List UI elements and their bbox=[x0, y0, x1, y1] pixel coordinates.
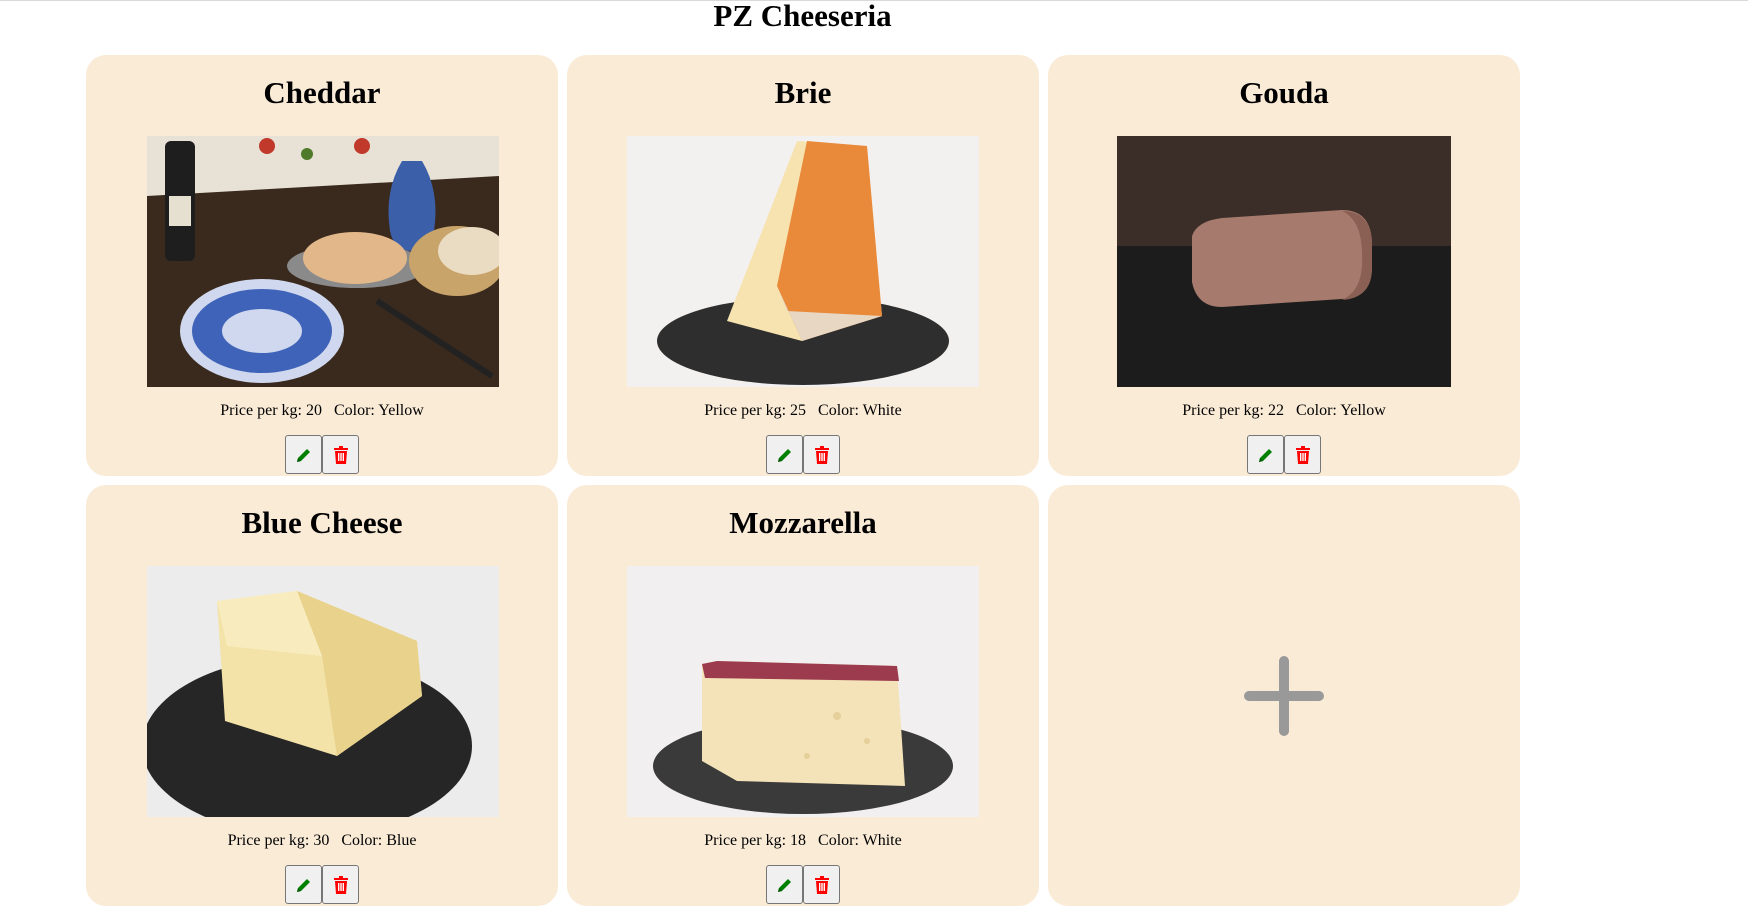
price-value: 25 bbox=[790, 402, 807, 419]
add-cheese-card[interactable] bbox=[1048, 485, 1520, 906]
color-value: Yellow bbox=[378, 402, 424, 419]
color-label: Color: bbox=[818, 832, 859, 849]
cheese-name: Blue Cheese bbox=[241, 505, 403, 540]
pencil-icon bbox=[777, 878, 791, 892]
edit-button[interactable] bbox=[1247, 435, 1284, 474]
card-actions bbox=[86, 865, 558, 904]
price-label: Price per kg: bbox=[704, 402, 787, 419]
pencil-icon bbox=[296, 878, 310, 892]
price-label: Price per kg: bbox=[227, 832, 310, 849]
delete-button[interactable] bbox=[322, 435, 359, 474]
cheese-name: Brie bbox=[774, 75, 832, 110]
color-value: Yellow bbox=[1340, 402, 1386, 419]
edit-button[interactable] bbox=[285, 435, 322, 474]
price-label: Price per kg: bbox=[220, 402, 302, 419]
edit-button[interactable] bbox=[766, 435, 803, 474]
cheese-image bbox=[147, 566, 499, 817]
cheese-name: Gouda bbox=[1239, 75, 1329, 110]
cheese-info: Price per kg: 25 Color: White bbox=[567, 402, 1039, 420]
price-value: 20 bbox=[305, 402, 322, 419]
cheese-info: Price per kg: 18 Color: White bbox=[567, 832, 1039, 850]
cheese-info: Price per kg: 22 Color: Yellow bbox=[1048, 402, 1520, 420]
cheese-image bbox=[147, 136, 499, 387]
trash-icon bbox=[814, 445, 829, 464]
delete-button[interactable] bbox=[1284, 435, 1321, 474]
cheese-grid: Cheddar Price per kg: 20 Color: Yellow B… bbox=[86, 55, 1520, 906]
cheese-info: Price per kg: 20 Color: Yellow bbox=[86, 402, 558, 420]
cheese-card: Mozzarella Price per kg: 18 Color: White bbox=[567, 485, 1039, 906]
cheese-card: Cheddar Price per kg: 20 Color: Yellow bbox=[86, 55, 558, 476]
cheese-info: Price per kg: 30 Color: Blue bbox=[86, 832, 558, 850]
card-actions bbox=[86, 435, 558, 474]
delete-button[interactable] bbox=[803, 865, 840, 904]
price-label: Price per kg: bbox=[1182, 402, 1264, 419]
plus-icon bbox=[1244, 655, 1324, 736]
card-actions bbox=[567, 435, 1039, 474]
price-label: Price per kg: bbox=[704, 832, 787, 849]
delete-button[interactable] bbox=[322, 865, 359, 904]
card-actions bbox=[1048, 435, 1520, 474]
cheese-image bbox=[627, 136, 979, 387]
trash-icon bbox=[814, 875, 829, 894]
edit-button[interactable] bbox=[766, 865, 803, 904]
delete-button[interactable] bbox=[803, 435, 840, 474]
cheese-card: Blue Cheese Price per kg: 30 Color: Blue bbox=[86, 485, 558, 906]
color-label: Color: bbox=[341, 832, 383, 849]
color-label: Color: bbox=[1295, 402, 1337, 419]
color-label: Color: bbox=[818, 402, 859, 419]
pencil-icon bbox=[777, 448, 791, 462]
cheese-name: Mozzarella bbox=[729, 505, 877, 540]
color-value: White bbox=[862, 402, 902, 419]
cheese-name: Cheddar bbox=[263, 75, 381, 110]
color-value: White bbox=[862, 832, 902, 849]
price-value: 22 bbox=[1267, 402, 1284, 419]
cheese-image bbox=[1117, 136, 1451, 387]
cheese-card: Gouda Price per kg: 22 Color: Yellow bbox=[1048, 55, 1520, 476]
color-label: Color: bbox=[333, 402, 375, 419]
pencil-icon bbox=[296, 448, 310, 462]
price-value: 30 bbox=[313, 832, 330, 849]
price-value: 18 bbox=[790, 832, 807, 849]
pencil-icon bbox=[1258, 448, 1272, 462]
cheese-card: Brie Price per kg: 25 Color: White bbox=[567, 55, 1039, 476]
trash-icon bbox=[333, 445, 348, 464]
card-actions bbox=[567, 865, 1039, 904]
trash-icon bbox=[1295, 445, 1310, 464]
color-value: Blue bbox=[386, 832, 417, 849]
edit-button[interactable] bbox=[285, 865, 322, 904]
trash-icon bbox=[333, 875, 348, 894]
page-title: PZ Cheeseria bbox=[713, 0, 892, 33]
cheese-image bbox=[627, 566, 979, 817]
